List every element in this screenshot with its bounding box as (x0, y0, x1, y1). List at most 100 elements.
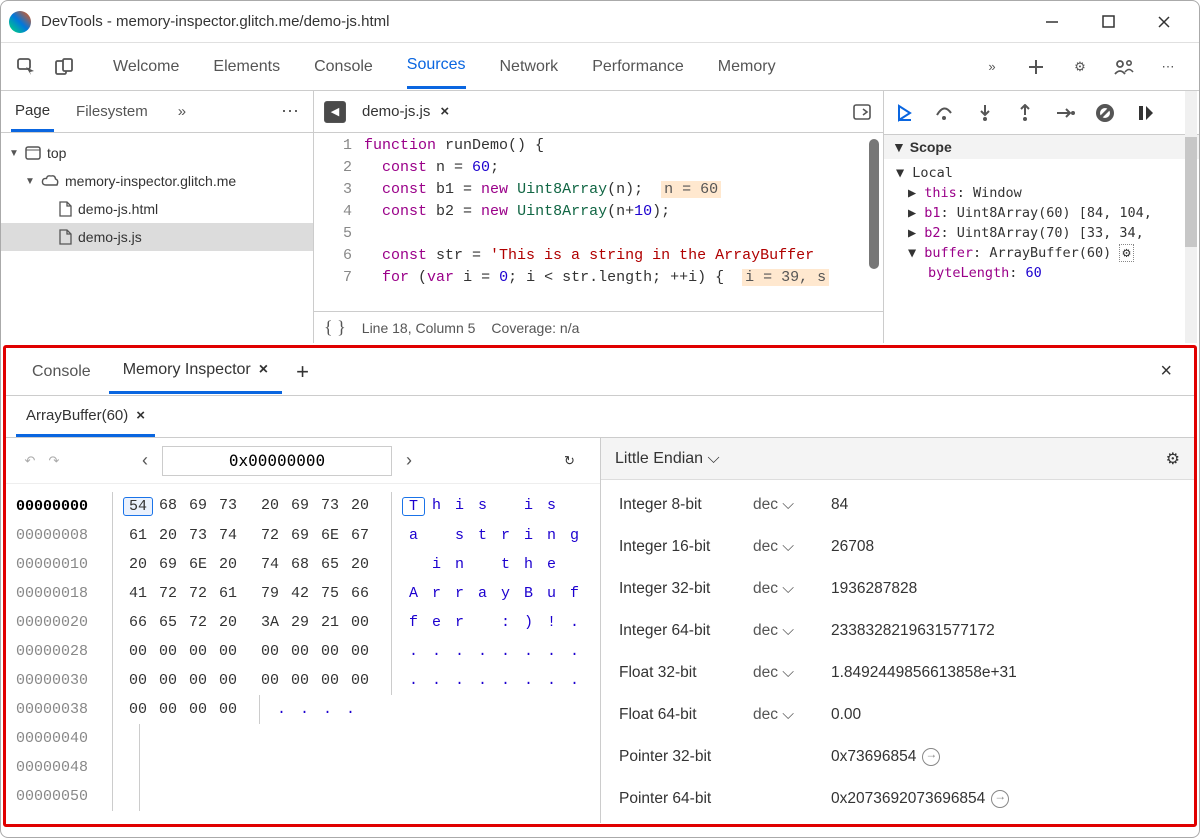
tab-console[interactable]: Console (314, 46, 373, 88)
tab-page[interactable]: Page (11, 92, 54, 132)
format-selector[interactable]: dec ⌵ (753, 664, 831, 682)
tree-top[interactable]: ▼ top (1, 139, 313, 167)
more-tabs-icon[interactable]: » (981, 56, 1003, 78)
value-label: Float 32-bit (601, 664, 753, 682)
memory-values-pane: Little Endian ⌵ ⚙ Integer 8-bitdec ⌵84In… (601, 438, 1194, 823)
more-nav-tabs-icon[interactable]: » (174, 93, 190, 130)
format-selector[interactable]: dec ⌵ (753, 496, 831, 514)
close-drawer-icon[interactable]: × (1160, 360, 1182, 383)
buffer-tab[interactable]: ArrayBuffer(60)× (16, 397, 155, 437)
tree-file-html[interactable]: demo-js.html (1, 195, 313, 223)
hex-row[interactable]: 000000300000000000000000........ (16, 666, 590, 695)
pause-exceptions-icon[interactable] (1134, 102, 1156, 124)
hex-row[interactable]: 000000280000000000000000........ (16, 637, 590, 666)
code-line[interactable]: 5 (314, 225, 883, 247)
scope-variable[interactable]: ▶ b2: Uint8Array(70) [33, 34, (884, 223, 1199, 243)
nav-more-icon[interactable]: ⋯ (277, 91, 303, 132)
hex-row[interactable]: 000000086120737472696E67a string (16, 521, 590, 550)
maximize-button[interactable] (1099, 13, 1117, 31)
scope-variable[interactable]: ▶ this: Window (884, 183, 1199, 203)
close-file-icon[interactable]: × (440, 103, 449, 120)
scope-header[interactable]: ▼ Scope (884, 135, 1199, 159)
device-icon[interactable] (51, 54, 77, 80)
undo-icon[interactable]: ↶ (18, 453, 42, 469)
editor-scrollbar[interactable] (869, 139, 879, 269)
scope-variable[interactable]: byteLength: 60 (884, 263, 1199, 283)
settings-gear-icon[interactable]: ⚙ (1069, 56, 1091, 78)
hex-row[interactable]: 000000005468697320697320This is (16, 492, 590, 521)
address-input[interactable] (162, 446, 392, 476)
value-text: 1.8492449856613858e+31 (831, 664, 1194, 682)
tree-file-js[interactable]: demo-js.js (1, 223, 313, 251)
braces-icon[interactable]: { } (324, 317, 346, 338)
file-icon (59, 201, 72, 217)
tab-sources[interactable]: Sources (407, 44, 466, 89)
minimize-button[interactable] (1043, 13, 1061, 31)
code-line[interactable]: 3 const b1 = new Uint8Array(n); n = 60 (314, 181, 883, 203)
hex-view[interactable]: 000000005468697320697320This is 00000008… (6, 484, 600, 819)
hex-row[interactable]: 000000184172726179427566ArrayBuf (16, 579, 590, 608)
code-line[interactable]: 4 const b2 = new Uint8Array(n+10); (314, 203, 883, 225)
format-selector[interactable]: dec ⌵ (753, 580, 831, 598)
go-to-icon[interactable] (853, 104, 873, 120)
step-into-icon[interactable] (974, 102, 996, 124)
step-out-icon[interactable] (1014, 102, 1036, 124)
scope-variable[interactable]: ▶ b1: Uint8Array(60) [84, 104, (884, 203, 1199, 223)
account-icon[interactable] (1113, 56, 1135, 78)
sidebar-scrollbar-thumb[interactable] (1185, 137, 1197, 247)
title-bar: DevTools - memory-inspector.glitch.me/de… (1, 1, 1199, 43)
resume-icon[interactable] (894, 102, 916, 124)
file-tab[interactable]: demo-js.js × (362, 103, 449, 120)
add-tab-icon[interactable] (1025, 56, 1047, 78)
value-settings-icon[interactable]: ⚙ (1166, 449, 1180, 469)
tab-elements[interactable]: Elements (213, 46, 280, 88)
hex-row[interactable]: 00000040 (16, 724, 590, 753)
close-buffer-icon[interactable]: × (136, 407, 145, 424)
add-drawer-tab-icon[interactable]: + (296, 359, 309, 385)
code-line[interactable]: 1function runDemo() { (314, 137, 883, 159)
code-line[interactable]: 2 const n = 60; (314, 159, 883, 181)
toggle-navigator-icon[interactable]: ◀ (324, 101, 346, 123)
prev-page-icon[interactable]: ‹ (142, 450, 148, 471)
step-over-icon[interactable] (934, 102, 956, 124)
tab-network[interactable]: Network (500, 46, 559, 88)
format-selector[interactable]: dec ⌵ (753, 706, 831, 724)
memory-icon[interactable]: ⚙ (1119, 244, 1133, 262)
refresh-icon[interactable]: ↻ (564, 453, 588, 469)
tree-domain[interactable]: ▼ memory-inspector.glitch.me (1, 167, 313, 195)
more-menu-icon[interactable]: ⋯ (1157, 56, 1179, 78)
scope-local-header[interactable]: ▼ Local (884, 163, 1199, 183)
close-button[interactable] (1155, 13, 1173, 31)
hex-row[interactable]: 0000003800000000.... (16, 695, 590, 724)
memory-toolbar: ↶ ↷ ‹ › ↻ (6, 438, 600, 484)
app-icon (9, 11, 31, 33)
hex-row[interactable]: 00000050 (16, 782, 590, 811)
redo-icon[interactable]: ↷ (42, 453, 66, 469)
inspect-icon[interactable] (13, 54, 39, 80)
tab-memory[interactable]: Memory (718, 46, 776, 88)
jump-to-pointer-icon[interactable] (922, 748, 940, 766)
deactivate-breakpoints-icon[interactable] (1094, 102, 1116, 124)
hex-row[interactable]: 00000048 (16, 753, 590, 782)
drawer-tab-memory-inspector[interactable]: Memory Inspector× (109, 349, 282, 394)
next-page-icon[interactable]: › (406, 450, 412, 471)
endian-selector[interactable]: Little Endian ⌵ (615, 450, 720, 468)
tab-filesystem[interactable]: Filesystem (72, 93, 152, 130)
tab-welcome[interactable]: Welcome (113, 46, 179, 88)
code-line[interactable]: 7 for (var i = 0; i < str.length; ++i) {… (314, 269, 883, 291)
drawer-tab-console[interactable]: Console (18, 351, 105, 393)
close-tab-icon[interactable]: × (259, 361, 268, 378)
code-editor[interactable]: 1function runDemo() {2 const n = 60;3 co… (314, 133, 883, 295)
value-row: Integer 32-bitdec ⌵1936287828 (601, 568, 1194, 610)
sidebar-scrollbar-track[interactable] (1185, 91, 1197, 343)
value-label: Pointer 32-bit (601, 748, 753, 766)
step-icon[interactable] (1054, 102, 1076, 124)
format-selector[interactable]: dec ⌵ (753, 622, 831, 640)
scope-variable[interactable]: ▼ buffer: ArrayBuffer(60) ⚙ (884, 243, 1199, 263)
code-line[interactable]: 6 const str = 'This is a string in the A… (314, 247, 883, 269)
hex-row[interactable]: 0000001020696E2074686520 in the (16, 550, 590, 579)
tab-performance[interactable]: Performance (592, 46, 684, 88)
hex-row[interactable]: 00000020666572203A292100fer :)!. (16, 608, 590, 637)
jump-to-pointer-icon[interactable] (991, 790, 1009, 808)
format-selector[interactable]: dec ⌵ (753, 538, 831, 556)
